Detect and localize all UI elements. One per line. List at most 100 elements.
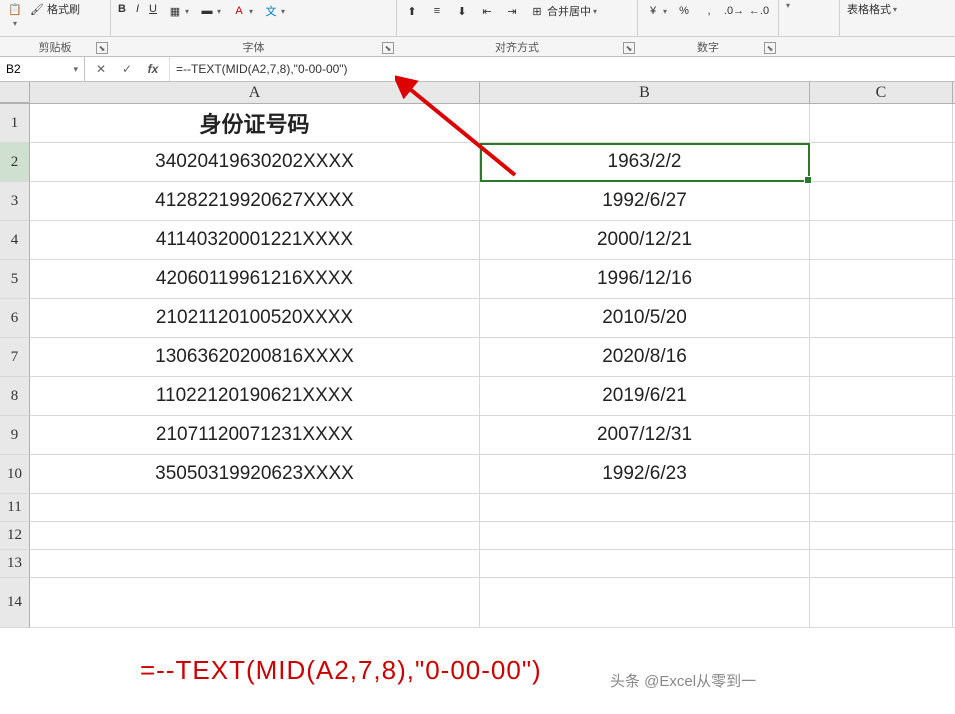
row-header[interactable]: 12: [0, 522, 30, 550]
cell[interactable]: 35050319920623XXXX: [30, 455, 480, 493]
cell[interactable]: [30, 550, 480, 577]
font-group-label: 字体⬊: [111, 37, 396, 56]
cell[interactable]: 2020/8/16: [480, 338, 810, 376]
row-header[interactable]: 3: [0, 182, 30, 221]
table-format-button[interactable]: 表格格式▾: [844, 0, 900, 18]
row-headers: 1 2 3 4 5 6 7 8 9 10 11 12 13 14: [0, 104, 30, 628]
increase-indent-button[interactable]: ⇥: [501, 2, 523, 20]
paste-button[interactable]: 📋 ▾: [4, 0, 26, 29]
cell[interactable]: [810, 299, 953, 337]
cell[interactable]: 34020419630202XXXX: [30, 143, 480, 181]
cell[interactable]: [810, 494, 953, 521]
italic-button[interactable]: I: [133, 2, 142, 16]
decrease-decimal-button[interactable]: ←.0: [748, 2, 770, 20]
cell-b1[interactable]: [480, 104, 810, 142]
cell[interactable]: [810, 143, 953, 181]
cell[interactable]: 1996/12/16: [480, 260, 810, 298]
paste-icon: 📋: [7, 1, 23, 17]
cell-a1[interactable]: 身份证号码: [30, 104, 480, 142]
dialog-launcher-icon[interactable]: ⬊: [623, 42, 635, 54]
cell-c1[interactable]: [810, 104, 953, 142]
cell[interactable]: 41140320001221XXXX: [30, 221, 480, 259]
align-middle-button[interactable]: ≡: [426, 2, 448, 20]
cell[interactable]: 11022120190621XXXX: [30, 377, 480, 415]
cell[interactable]: 13063620200816XXXX: [30, 338, 480, 376]
cell[interactable]: 1992/6/23: [480, 455, 810, 493]
merge-center-button[interactable]: ⊞合并居中▾: [526, 2, 600, 20]
cell[interactable]: 1963/2/2: [480, 143, 810, 181]
ribbon-group-table-format: 表格格式▾: [840, 0, 950, 37]
formula-annotation-text: =--TEXT(MID(A2,7,8),"0-00-00"): [140, 655, 542, 686]
cell[interactable]: [810, 522, 953, 549]
row-header[interactable]: 9: [0, 416, 30, 455]
cell[interactable]: [810, 578, 953, 627]
phonetic-button[interactable]: 文▾: [260, 2, 288, 20]
align-bottom-button[interactable]: ⬇: [451, 2, 473, 20]
underline-button[interactable]: U: [146, 2, 160, 16]
cell[interactable]: 2019/6/21: [480, 377, 810, 415]
percent-button[interactable]: %: [673, 2, 695, 20]
cell[interactable]: [30, 522, 480, 549]
comma-button[interactable]: ,: [698, 2, 720, 20]
cell[interactable]: 1992/6/27: [480, 182, 810, 220]
comma-icon: ,: [701, 3, 717, 19]
fx-button[interactable]: fx: [145, 61, 161, 77]
cell[interactable]: 2007/12/31: [480, 416, 810, 454]
font-color-button[interactable]: A▾: [228, 2, 256, 20]
cell[interactable]: [810, 550, 953, 577]
format-painter-button[interactable]: 🖌 格式刷: [26, 0, 83, 18]
cancel-formula-button[interactable]: ✕: [93, 61, 109, 77]
row-header[interactable]: 5: [0, 260, 30, 299]
row-header[interactable]: 8: [0, 377, 30, 416]
cell[interactable]: [480, 522, 810, 549]
bold-button[interactable]: B: [115, 2, 129, 16]
cell[interactable]: [810, 416, 953, 454]
row-header[interactable]: 7: [0, 338, 30, 377]
column-header-c[interactable]: C: [810, 82, 953, 103]
select-all-corner[interactable]: [0, 82, 30, 103]
cell[interactable]: [30, 494, 480, 521]
increase-decimal-button[interactable]: .0→: [723, 2, 745, 20]
formula-input[interactable]: =--TEXT(MID(A2,7,8),"0-00-00"): [170, 62, 955, 76]
cell[interactable]: [30, 578, 480, 627]
row-header[interactable]: 13: [0, 550, 30, 578]
accept-formula-button[interactable]: ✓: [119, 61, 135, 77]
cell[interactable]: [480, 578, 810, 627]
cell[interactable]: 42060119961216XXXX: [30, 260, 480, 298]
dialog-launcher-icon[interactable]: ⬊: [96, 42, 108, 54]
row-header[interactable]: 4: [0, 221, 30, 260]
row-header[interactable]: 10: [0, 455, 30, 494]
cell[interactable]: [810, 338, 953, 376]
cells-area[interactable]: 身份证号码 34020419630202XXXX1963/2/2 4128221…: [30, 104, 955, 628]
fill-color-button[interactable]: ▬▾: [196, 2, 224, 20]
cell[interactable]: 41282219920627XXXX: [30, 182, 480, 220]
row-header[interactable]: 1: [0, 104, 30, 143]
cell[interactable]: [810, 182, 953, 220]
cell[interactable]: [810, 377, 953, 415]
row-header[interactable]: 2: [0, 143, 30, 182]
row-header[interactable]: 11: [0, 494, 30, 522]
column-headers: A B C: [0, 82, 955, 104]
row-header[interactable]: 6: [0, 299, 30, 338]
cell[interactable]: [810, 455, 953, 493]
cell[interactable]: 21071120071231XXXX: [30, 416, 480, 454]
cell[interactable]: 21021120100520XXXX: [30, 299, 480, 337]
decrease-indent-button[interactable]: ⇤: [476, 2, 498, 20]
cell[interactable]: [480, 550, 810, 577]
cell[interactable]: [480, 494, 810, 521]
currency-button[interactable]: ¥▾: [642, 2, 670, 20]
align-top-button[interactable]: ⬆: [401, 2, 423, 20]
border-button[interactable]: ▦▾: [164, 2, 192, 20]
cell[interactable]: 2000/12/21: [480, 221, 810, 259]
cell[interactable]: [810, 260, 953, 298]
row-header[interactable]: 14: [0, 578, 30, 628]
name-box[interactable]: B2 ▾: [0, 57, 85, 81]
cell[interactable]: 2010/5/20: [480, 299, 810, 337]
dialog-launcher-icon[interactable]: ⬊: [382, 42, 394, 54]
column-header-b[interactable]: B: [480, 82, 810, 103]
cell[interactable]: [810, 221, 953, 259]
cell-styles-button[interactable]: ▾: [783, 0, 793, 11]
dialog-launcher-icon[interactable]: ⬊: [764, 42, 776, 54]
chevron-down-icon: ▾: [73, 64, 78, 75]
column-header-a[interactable]: A: [30, 82, 480, 103]
